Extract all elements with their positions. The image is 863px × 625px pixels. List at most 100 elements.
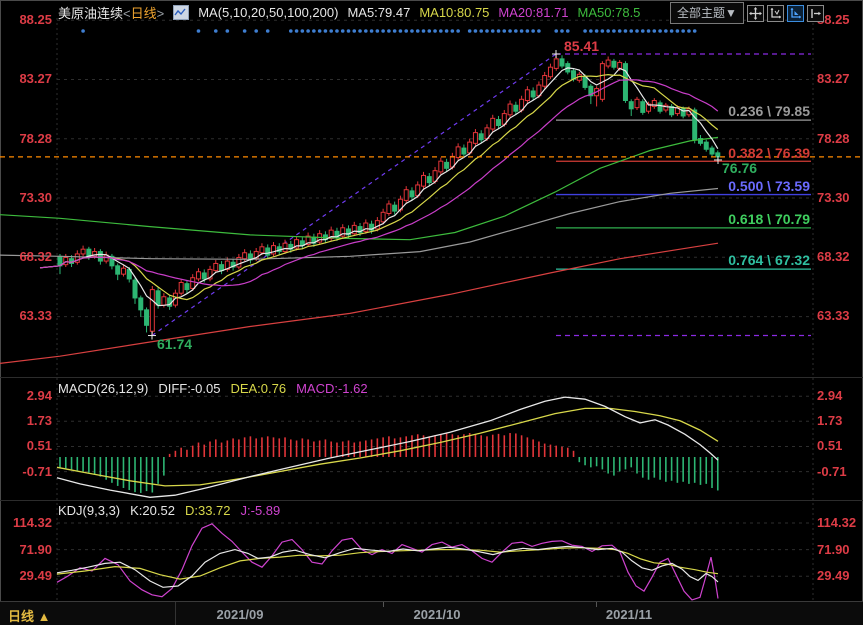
candle-body — [560, 59, 564, 66]
candle-body — [243, 253, 247, 259]
signal-dot — [624, 29, 628, 33]
signal-dot — [410, 29, 414, 33]
kdj-axis-right-1: 114.32 — [817, 515, 856, 530]
candle-body — [150, 290, 154, 332]
signal-dot — [295, 29, 299, 33]
ma20-value: MA20:81.71 — [498, 5, 568, 20]
candle-body — [410, 191, 414, 197]
candle-body — [554, 59, 558, 69]
candle-body — [623, 64, 627, 101]
price-axis-right-5: 68.32 — [817, 249, 850, 264]
signal-dot — [404, 29, 408, 33]
macd-header: MACD(26,12,9) DIFF:-0.05 DEA:0.76 MACD:-… — [58, 381, 368, 396]
candle-body — [548, 67, 552, 77]
candle-body — [156, 291, 160, 305]
signal-dot — [324, 29, 328, 33]
price-axis-left-6: 63.33 — [0, 308, 52, 323]
signal-dot — [485, 29, 489, 33]
fib-label-0764: 0.764 \ 67.32 — [557, 252, 810, 268]
signal-dot — [364, 29, 368, 33]
chart-controls: 全部主题▼ — [670, 2, 824, 24]
macd-axis-right-4: -0.71 — [817, 464, 847, 479]
signal-dot — [635, 29, 639, 33]
signal-dot — [520, 29, 524, 33]
candle-body — [543, 76, 547, 87]
axis-scale-icon[interactable] — [767, 5, 784, 22]
macd-axis-left-2: 1.73 — [0, 413, 52, 428]
candle-body — [375, 221, 379, 229]
kdj-j-value: J:-5.89 — [241, 503, 281, 518]
pan-icon[interactable] — [747, 5, 764, 22]
kdj-axis-right-3: 29.49 — [817, 568, 850, 583]
candle-body — [439, 161, 443, 172]
signal-dots — [81, 29, 696, 33]
candle-body — [116, 266, 120, 274]
candle-body — [121, 268, 125, 274]
d-line — [57, 548, 718, 579]
kdj-params: KDJ(9,3,3) — [58, 503, 120, 518]
macd-axis-right-1: 2.94 — [817, 388, 842, 403]
signal-dot — [81, 29, 85, 33]
bottom-period-toggle[interactable]: 日线 ▲ — [8, 606, 50, 625]
signal-dot — [658, 29, 662, 33]
fib-label-0236: 0.236 \ 79.85 — [557, 103, 810, 119]
time-axis-bar: 日线 ▲ 2021/09 2021/10 2021/11 — [0, 601, 863, 625]
chart-canvas[interactable] — [0, 0, 863, 625]
ma5-value: MA5:79.47 — [347, 5, 410, 20]
candle-body — [260, 247, 264, 253]
price-axis-left-2: 83.27 — [0, 71, 52, 86]
period-bracket-close: > — [157, 6, 165, 21]
signal-dot — [468, 29, 472, 33]
signal-dot — [693, 29, 697, 33]
ma-params: MA(5,10,20,50,100,200) — [198, 5, 338, 20]
candle-body — [98, 252, 102, 262]
chart-type-icon[interactable] — [173, 5, 189, 20]
candle-body — [179, 282, 183, 293]
signal-dot — [583, 29, 587, 33]
macd-params: MACD(26,12,9) — [58, 381, 148, 396]
signal-dot — [676, 29, 680, 33]
signal-dot — [427, 29, 431, 33]
candle-body — [422, 175, 426, 186]
kdj-d-value: D:33.72 — [185, 503, 231, 518]
signal-dot — [606, 29, 610, 33]
price-axis-left-1: 88.25 — [0, 12, 52, 27]
candle-body — [214, 263, 218, 270]
signal-dot — [226, 29, 230, 33]
axis-indicator-icon[interactable] — [787, 5, 804, 22]
macd-panel — [57, 397, 718, 497]
candle-body — [381, 212, 385, 222]
signal-dot — [399, 29, 403, 33]
signal-dot — [589, 29, 593, 33]
macd-axis-left-4: -0.71 — [0, 464, 52, 479]
signal-dot — [289, 29, 293, 33]
period-label[interactable]: 日线 — [131, 6, 157, 21]
exit-icon[interactable] — [807, 5, 824, 22]
macd-axis-right-3: 0.51 — [817, 438, 842, 453]
trading-app-window: 美原油连续<日线> MA(5,10,20,50,100,200) MA5:79.… — [0, 0, 863, 625]
date-label-sep: 2021/09 — [200, 607, 280, 622]
price-axis-right-6: 63.33 — [817, 308, 850, 323]
signal-dot — [381, 29, 385, 33]
signal-dot — [537, 29, 541, 33]
signal-dot — [422, 29, 426, 33]
signal-dot — [370, 29, 374, 33]
fib-label-0618: 0.618 \ 70.79 — [557, 211, 810, 227]
kdj-axis-left-3: 29.49 — [0, 568, 52, 583]
month-tick-oct — [383, 602, 384, 607]
macd-axis-left-3: 0.51 — [0, 438, 52, 453]
signal-dot — [347, 29, 351, 33]
macd-axis-left-1: 2.94 — [0, 388, 52, 403]
period-bracket-open: < — [123, 6, 131, 21]
price-axis-left-5: 68.32 — [0, 249, 52, 264]
candle-body — [185, 284, 189, 290]
signal-dot — [318, 29, 322, 33]
theme-selector-dropdown[interactable]: 全部主题▼ — [670, 2, 744, 24]
candle-body — [139, 298, 143, 310]
candle-body — [427, 177, 431, 183]
signal-dot — [653, 29, 657, 33]
macd-dea-value: DEA:0.76 — [230, 381, 286, 396]
signal-dot — [554, 29, 558, 33]
signal-dot — [306, 29, 310, 33]
candle-body — [145, 310, 149, 325]
